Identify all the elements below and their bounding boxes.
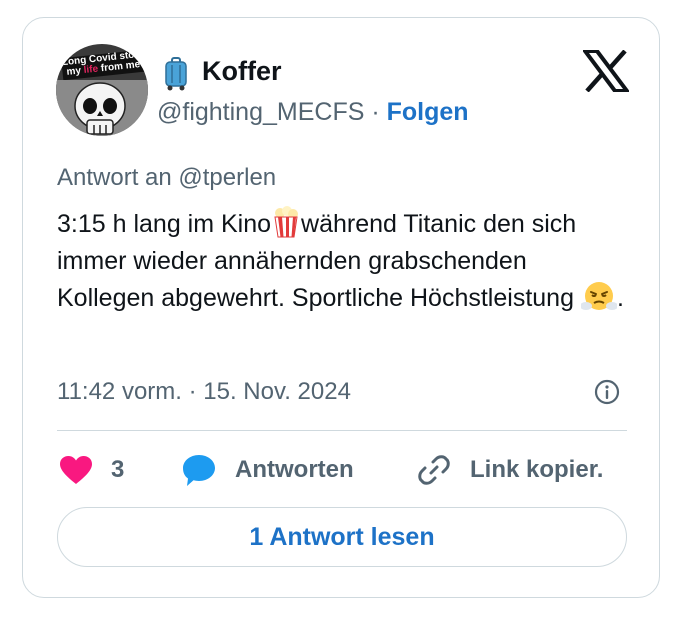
info-icon[interactable]	[594, 379, 620, 405]
separator-dot: ·	[371, 98, 380, 126]
follow-button[interactable]: Folgen	[387, 98, 469, 126]
heart-icon	[60, 456, 92, 484]
author-handle[interactable]: @fighting_MECFS	[157, 98, 364, 126]
divider	[57, 430, 627, 431]
tweet-card: Long Covid stole my life from me Koffer …	[22, 17, 660, 598]
reply-button[interactable]: Antworten	[181, 450, 354, 490]
speech-bubble-icon	[183, 455, 215, 486]
reply-to-label: Antwort an @tperlen	[57, 164, 277, 191]
tweet-text: 3:15 h lang im Kino während Titanic den s…	[57, 206, 627, 317]
copy-link-button[interactable]: Link kopier.	[416, 450, 603, 490]
popcorn-emoji	[274, 206, 299, 238]
read-replies-button[interactable]: 1 Antwort lesen	[57, 507, 627, 567]
avatar-banner-line2b: life	[83, 63, 99, 77]
author-name[interactable]: Koffer	[202, 55, 282, 87]
like-count: 3	[111, 456, 125, 483]
reply-label: Antworten	[235, 456, 354, 483]
luggage-icon	[165, 57, 187, 91]
skull-icon	[74, 82, 126, 135]
link-icon	[418, 455, 450, 485]
x-logo-icon[interactable]	[583, 50, 629, 92]
timestamp[interactable]: 11:42 vorm. · 15. Nov. 2024	[57, 376, 351, 408]
avatar-banner: Long Covid stole my life from me	[61, 49, 145, 81]
author-handle-row: @fighting_MECFS · Folgen	[157, 96, 469, 128]
avatar[interactable]: Long Covid stole my life from me	[56, 44, 148, 136]
face-with-steam-emoji	[580, 282, 617, 310]
tweet-text-part1: 3:15 h lang im Kino	[57, 210, 272, 238]
avatar-banner-line2a: my	[66, 65, 85, 78]
tweet-text-part3: .	[616, 284, 624, 312]
copy-link-label: Link kopier.	[470, 456, 604, 483]
like-button[interactable]: 3	[59, 450, 124, 490]
